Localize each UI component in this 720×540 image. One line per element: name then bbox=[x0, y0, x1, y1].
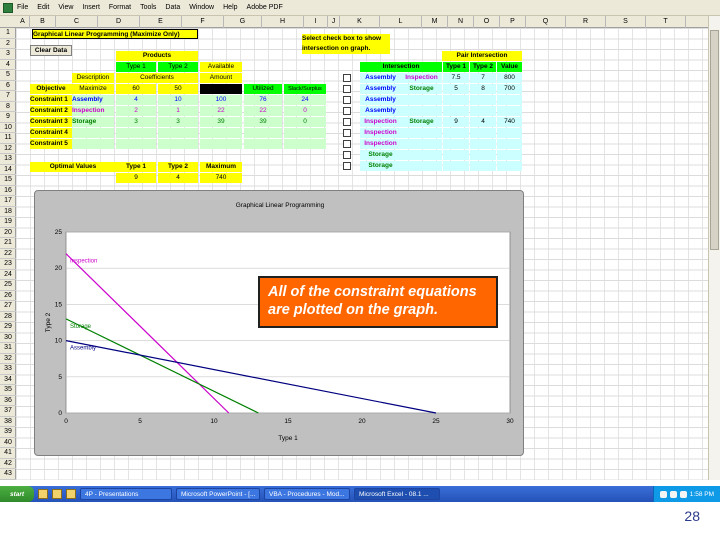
x-tick-label: 25 bbox=[432, 418, 440, 425]
x-tick-label: 15 bbox=[284, 418, 292, 425]
callout-box: All of the constraint equations are plot… bbox=[258, 276, 498, 328]
chart-title: Graphical Linear Programming bbox=[236, 202, 325, 209]
tray-icon[interactable] bbox=[659, 490, 667, 498]
task-powerpoint[interactable]: Microsoft PowerPoint - [... bbox=[176, 488, 260, 500]
lp-chart: Graphical Linear Programming 0 5 10 15 20 25 0 5… bbox=[45, 202, 514, 442]
x-tick-label: 20 bbox=[358, 418, 366, 425]
excel-window: File Edit View Insert Format Tools Data … bbox=[0, 0, 720, 486]
x-tick-label: 0 bbox=[64, 418, 68, 425]
system-tray: 1:58 PM bbox=[652, 486, 720, 502]
task-presentations[interactable]: 4P - Presentations bbox=[80, 488, 172, 500]
x-tick-label: 30 bbox=[506, 418, 514, 425]
series-label-inspection: Inspection bbox=[70, 259, 97, 265]
x-tick-label: 10 bbox=[210, 418, 218, 425]
task-vba[interactable]: VBA - Procedures - Mod... bbox=[264, 488, 350, 500]
y-tick-label: 10 bbox=[55, 338, 63, 345]
page-number: 28 bbox=[684, 508, 700, 524]
y-axis-label: Type 2 bbox=[45, 312, 52, 332]
taskbar: start 4P - Presentations Microsoft Power… bbox=[0, 486, 720, 502]
x-tick-label: 5 bbox=[138, 418, 142, 425]
y-tick-label: 0 bbox=[58, 410, 62, 417]
tray-icon[interactable] bbox=[679, 490, 687, 498]
y-tick-label: 25 bbox=[55, 229, 63, 236]
series-label-assembly: Assembly bbox=[70, 346, 96, 352]
quick-launch-icon[interactable] bbox=[66, 489, 76, 499]
y-tick-label: 5 bbox=[58, 374, 62, 381]
quick-launch-icon[interactable] bbox=[38, 489, 48, 499]
clock: 1:58 PM bbox=[689, 490, 714, 498]
slide-screen: File Edit View Insert Format Tools Data … bbox=[0, 0, 720, 540]
x-axis-label: Type 1 bbox=[278, 435, 298, 442]
callout-text: All of the constraint equations are plot… bbox=[268, 284, 477, 318]
task-excel[interactable]: Microsoft Excel - 08.1 ... bbox=[354, 488, 440, 500]
y-tick-label: 20 bbox=[55, 265, 63, 272]
y-tick-label: 15 bbox=[55, 301, 63, 308]
quick-launch-icon[interactable] bbox=[52, 489, 62, 499]
start-button[interactable]: start bbox=[0, 486, 34, 502]
tray-icon[interactable] bbox=[669, 490, 677, 498]
series-label-storage: Storage bbox=[70, 324, 92, 330]
